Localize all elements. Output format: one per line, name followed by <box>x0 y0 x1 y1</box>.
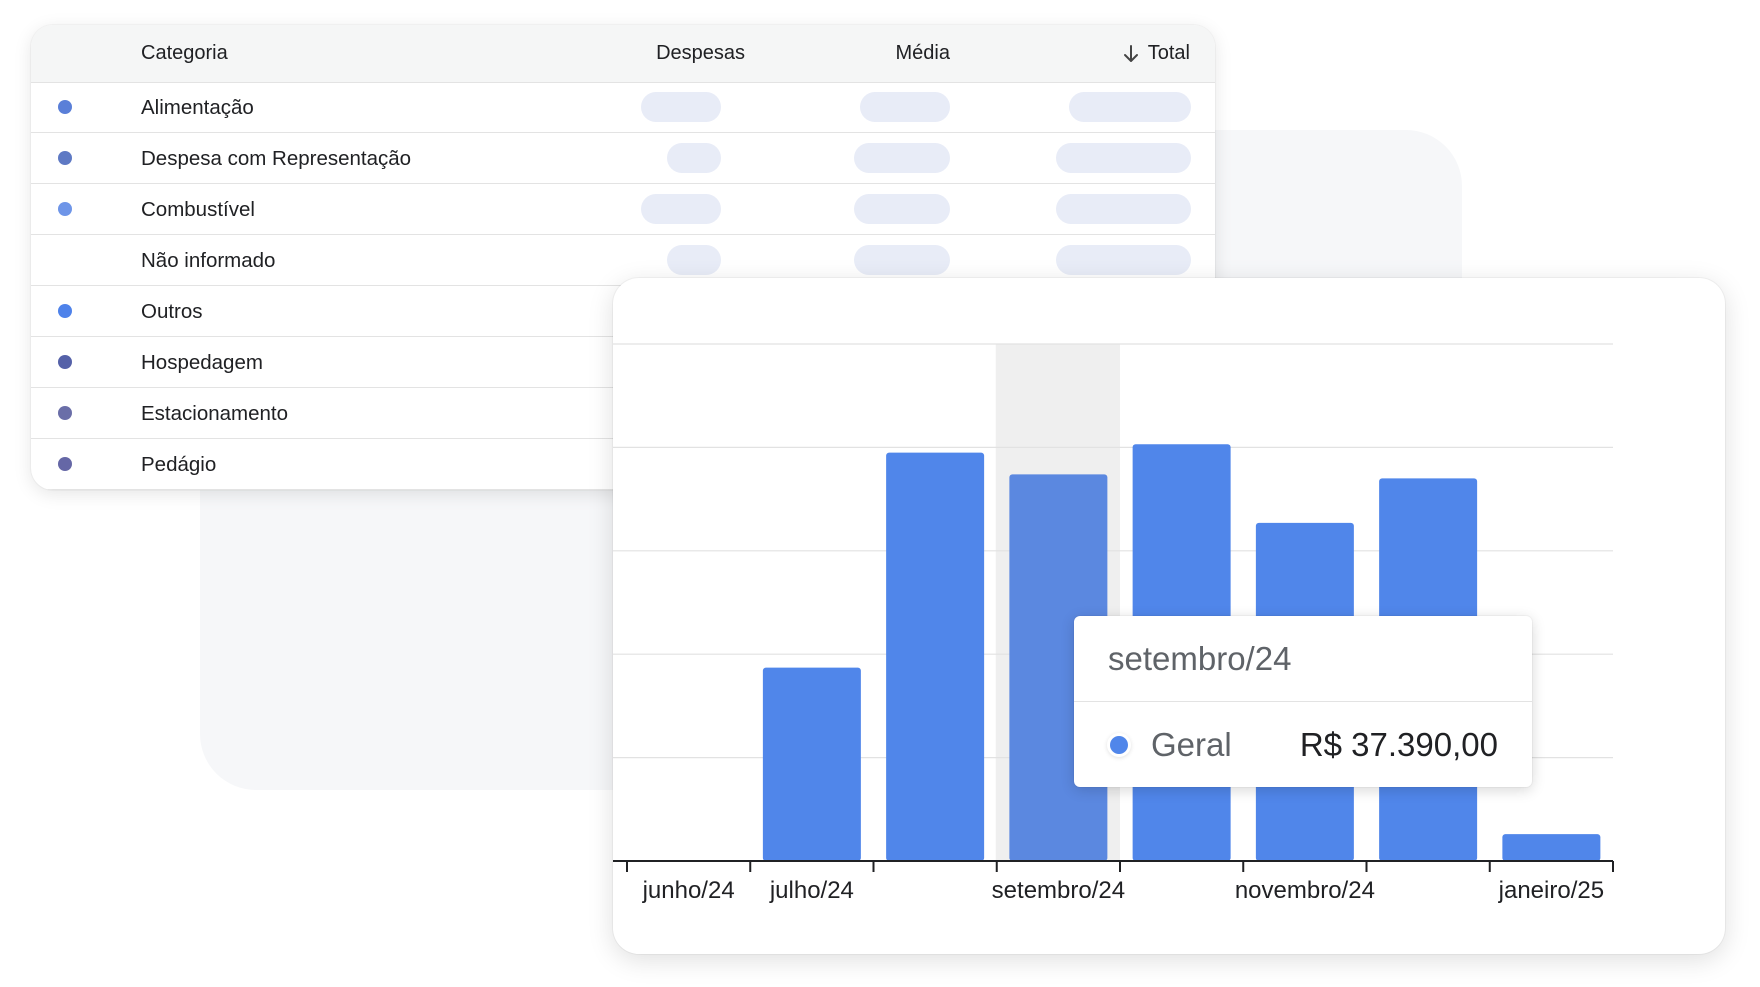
x-tick-label: junho/24 <box>642 877 735 904</box>
category-color-dot <box>58 202 72 216</box>
header-media[interactable]: Média <box>896 42 950 65</box>
table-row[interactable]: Alimentação <box>31 82 1215 133</box>
total-placeholder <box>1069 92 1191 122</box>
bar-agosto/24 <box>886 452 985 861</box>
category-color-dot <box>58 151 72 165</box>
category-color-dot <box>58 100 72 114</box>
header-categoria[interactable]: Categoria <box>141 42 228 65</box>
total-placeholder <box>1056 194 1191 224</box>
category-label: Pedágio <box>141 453 217 476</box>
header-total[interactable]: Total <box>1122 42 1190 65</box>
category-color-dot <box>58 304 72 318</box>
category-label: Alimentação <box>141 96 254 119</box>
tooltip-divider <box>1074 701 1532 702</box>
media-placeholder <box>854 194 950 224</box>
category-label: Combustível <box>141 198 255 221</box>
despesas-placeholder <box>667 245 721 275</box>
chart-tooltip: setembro/24 Geral R$ 37.390,00 <box>1074 616 1532 787</box>
bar-julho/24 <box>762 667 861 861</box>
despesas-placeholder <box>641 194 721 224</box>
arrow-down-icon <box>1123 44 1138 62</box>
x-tick-label: janeiro/25 <box>1498 877 1604 904</box>
x-tick-label: julho/24 <box>769 877 854 904</box>
category-label: Estacionamento <box>141 402 289 425</box>
table-row[interactable]: Combustível <box>31 184 1215 235</box>
table-row[interactable]: Despesa com Representação <box>31 133 1215 184</box>
x-tick-label: novembro/24 <box>1235 877 1375 904</box>
x-tick-label: setembro/24 <box>992 877 1125 904</box>
tooltip-title: setembro/24 <box>1108 640 1292 677</box>
table-header: Categoria Despesas Média Total <box>31 25 1215 83</box>
header-total-label: Total <box>1147 42 1190 64</box>
header-despesas[interactable]: Despesas <box>656 42 745 65</box>
media-placeholder <box>860 92 950 122</box>
tooltip-value: R$ 37.390,00 <box>1299 726 1498 763</box>
category-color-dot <box>58 457 72 471</box>
category-color-dot <box>58 355 72 369</box>
category-label: Despesa com Representação <box>141 147 412 170</box>
category-label: Hospedagem <box>141 351 263 374</box>
despesas-placeholder <box>667 143 721 173</box>
despesas-placeholder <box>641 92 721 122</box>
category-color-dot <box>58 406 72 420</box>
media-placeholder <box>854 245 950 275</box>
media-placeholder <box>854 143 950 173</box>
category-label: Não informado <box>141 249 276 272</box>
tooltip-series-name: Geral <box>1151 726 1232 763</box>
category-label: Outros <box>141 300 203 323</box>
tooltip-series-dot <box>1110 736 1128 754</box>
total-placeholder <box>1056 245 1191 275</box>
bar-janeiro/25 <box>1502 834 1601 861</box>
total-placeholder <box>1056 143 1191 173</box>
